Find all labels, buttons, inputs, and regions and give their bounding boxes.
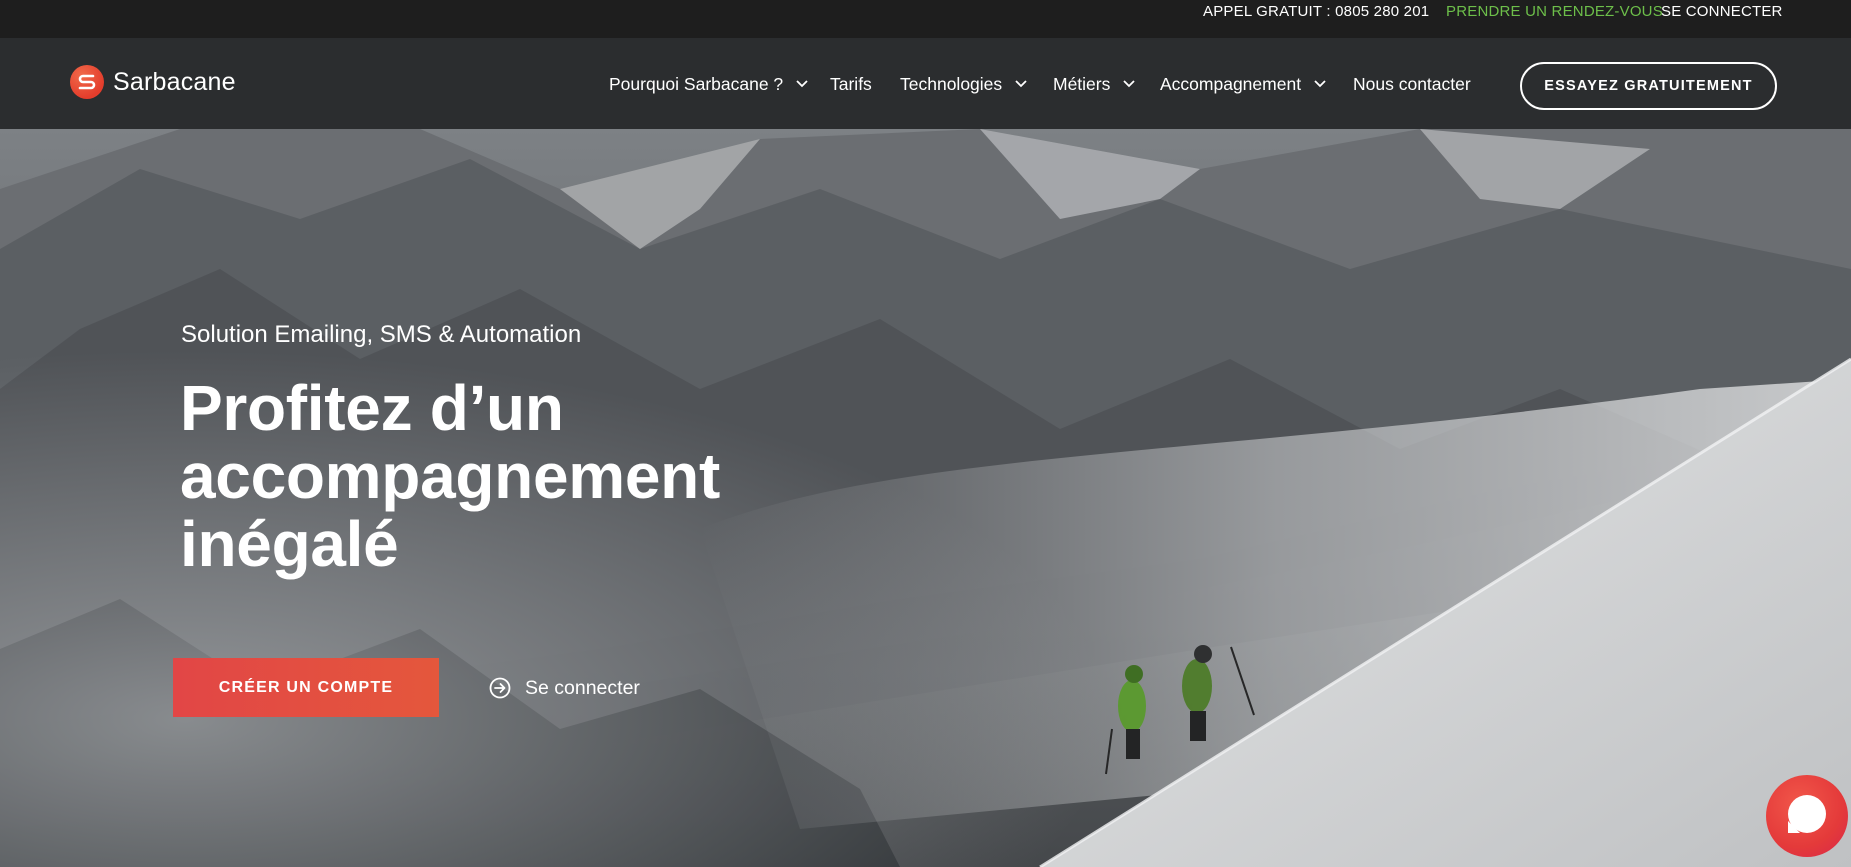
top-login-link[interactable]: SE CONNECTER xyxy=(1661,2,1783,22)
nav-item-technologies[interactable]: Technologies xyxy=(900,72,1027,96)
chevron-down-icon xyxy=(796,80,808,88)
chevron-down-icon xyxy=(1314,80,1326,88)
nav-item-accompagnement[interactable]: Accompagnement xyxy=(1160,72,1326,96)
nav-item-nous-contacter[interactable]: Nous contacter xyxy=(1353,72,1471,96)
create-account-button[interactable]: CRÉER UN COMPTE xyxy=(173,658,439,717)
chat-widget-button[interactable] xyxy=(1766,775,1848,857)
arrow-circle-icon xyxy=(489,677,511,699)
nav-item-tarifs[interactable]: Tarifs xyxy=(830,72,872,96)
top-utility-bar: APPEL GRATUIT : 0805 280 201 PRENDRE UN … xyxy=(0,0,1851,38)
chat-bubble-tail xyxy=(1788,821,1800,833)
nav-item-metiers[interactable]: Métiers xyxy=(1053,72,1135,96)
hero-login-link[interactable]: Se connecter xyxy=(489,674,640,702)
appointment-link[interactable]: PRENDRE UN RENDEZ-VOUS xyxy=(1446,2,1663,22)
hero-section: Solution Emailing, SMS & Automation Prof… xyxy=(0,129,1851,867)
nav-item-label: Pourquoi Sarbacane ? xyxy=(609,74,784,94)
hero-login-label: Se connecter xyxy=(525,676,640,699)
try-free-button[interactable]: ESSAYEZ GRATUITEMENT xyxy=(1520,62,1777,110)
sarbacane-logo-icon xyxy=(70,65,104,99)
nav-item-label: Métiers xyxy=(1053,74,1111,94)
chevron-down-icon xyxy=(1015,80,1027,88)
hero-title: Profitez d’un accompagnement inégalé xyxy=(180,372,720,580)
hero-subtitle: Solution Emailing, SMS & Automation xyxy=(181,321,582,348)
main-navigation: Sarbacane Pourquoi Sarbacane ? Tarifs Te… xyxy=(0,38,1851,129)
logo[interactable]: Sarbacane xyxy=(70,64,236,100)
nav-item-label: Nous contacter xyxy=(1353,74,1471,94)
logo-text: Sarbacane xyxy=(113,67,236,96)
nav-item-label: Tarifs xyxy=(830,74,872,94)
nav-item-label: Accompagnement xyxy=(1160,74,1302,94)
nav-item-pourquoi-sarbacane[interactable]: Pourquoi Sarbacane ? xyxy=(609,72,808,96)
free-call-phone[interactable]: APPEL GRATUIT : 0805 280 201 xyxy=(1203,2,1429,22)
nav-item-label: Technologies xyxy=(900,74,1003,94)
chevron-down-icon xyxy=(1123,80,1135,88)
